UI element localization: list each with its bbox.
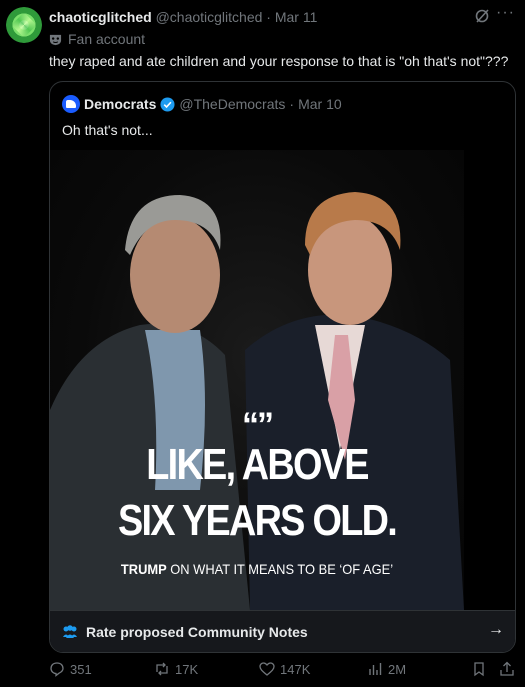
views-icon (369, 663, 382, 675)
share-icon (500, 661, 514, 676)
views-count: 2M (388, 661, 407, 677)
quoted-date[interactable]: Mar 10 (298, 96, 342, 112)
bookmark-button[interactable] (471, 661, 487, 677)
tweet-header: chaoticglitched @chaoticglitched · Mar 1… (49, 9, 317, 25)
share-button[interactable] (499, 661, 515, 677)
separator: · (266, 9, 271, 25)
author-handle[interactable]: @chaoticglitched (156, 9, 263, 25)
image-caption: TRUMP ON WHAT IT MEANS TO BE ‘OF AGE’ (67, 561, 448, 577)
like-count: 147K (280, 661, 311, 677)
grok-icon[interactable] (474, 8, 490, 24)
reply-button[interactable]: 351 (49, 661, 92, 677)
views-button[interactable]: 2M (367, 661, 406, 677)
democrats-logo-icon[interactable] (62, 95, 80, 113)
author-name[interactable]: chaoticglitched (49, 9, 152, 25)
arrow-right-icon[interactable]: → (488, 621, 504, 639)
repost-count: 17K (175, 661, 199, 677)
caption-rest: ON WHAT IT MEANS TO BE ‘OF AGE’ (166, 561, 394, 577)
mask-icon (49, 34, 62, 45)
community-notes-icon (63, 625, 77, 638)
heart-icon (259, 662, 275, 676)
quoted-author-name[interactable]: Democrats (84, 96, 156, 112)
quoted-image[interactable]: “” LIKE, ABOVE SIX YEARS OLD. TRUMP ON W… (50, 150, 464, 610)
caption-name: TRUMP (120, 561, 167, 577)
separator: · (289, 96, 295, 112)
tweet-date[interactable]: Mar 11 (275, 9, 318, 25)
more-options-icon[interactable]: ··· (496, 4, 515, 22)
reply-count: 351 (70, 661, 92, 677)
verified-icon (160, 96, 175, 112)
headline-line-1: LIKE, ABOVE (146, 440, 369, 489)
bookmark-icon (474, 662, 484, 677)
quoted-header: Democrats @TheDemocrats · Mar 10 (62, 95, 342, 113)
community-notes-label[interactable]: Rate proposed Community Notes (86, 624, 308, 640)
repost-button[interactable]: 17K (154, 661, 198, 677)
repost-icon (156, 662, 168, 676)
like-button[interactable]: 147K (259, 661, 310, 677)
community-notes-bar[interactable]: Rate proposed Community Notes → (50, 610, 515, 652)
quoted-text: Oh that's not... (62, 122, 153, 138)
tweet-text: they raped and ate children and your res… (49, 53, 509, 69)
action-bar: 351 17K 147K 2M (49, 661, 519, 681)
avatar[interactable] (6, 7, 42, 43)
fan-account-badge: Fan account (49, 31, 145, 47)
reply-icon (50, 662, 64, 677)
fan-account-label: Fan account (68, 31, 146, 47)
headline-line-2: SIX YEARS OLD. (117, 496, 398, 545)
quoted-author-handle[interactable]: @TheDemocrats (179, 96, 285, 112)
